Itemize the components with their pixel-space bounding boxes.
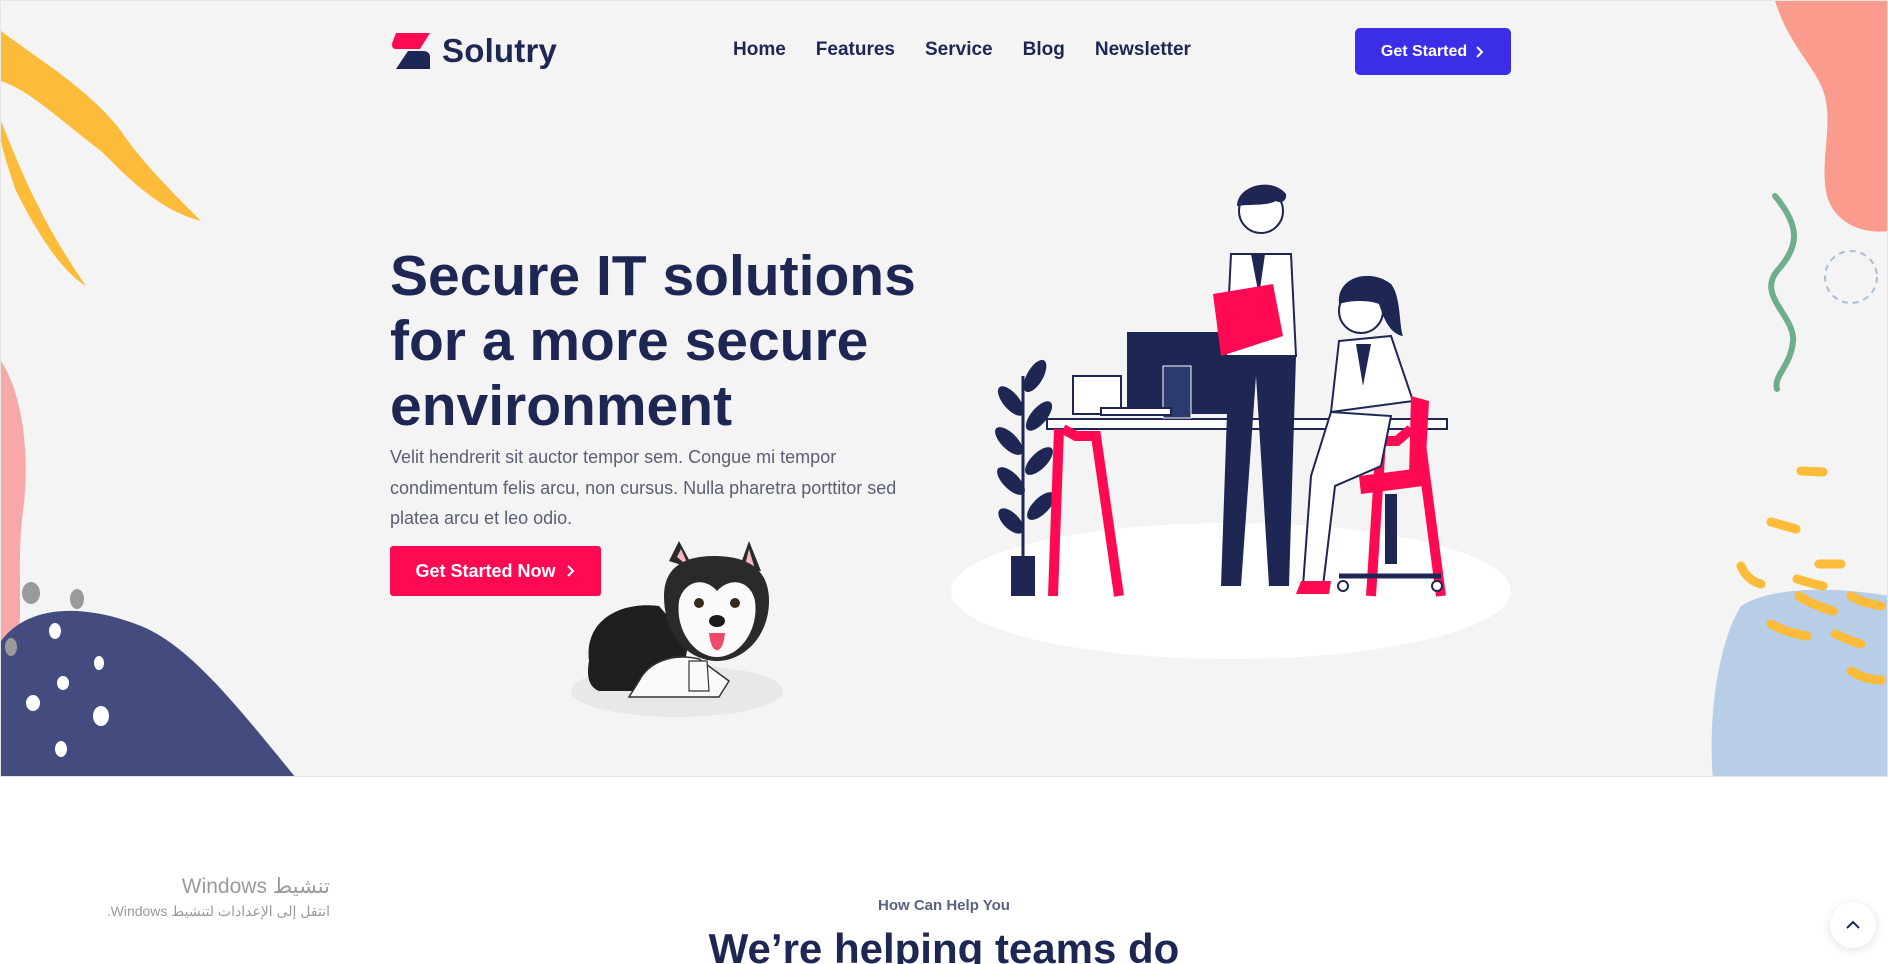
brand-name: Solutry — [442, 32, 558, 69]
get-started-now-label: Get Started Now — [415, 560, 556, 581]
navy-blob-dots-decoration — [1, 582, 295, 776]
chevron-right-icon — [1476, 45, 1484, 58]
dashed-circle-decoration — [1824, 250, 1878, 304]
watermark-line-1: تنشيط Windows — [181, 875, 330, 898]
chevron-up-icon — [1846, 920, 1860, 929]
hero-title: Secure IT solutions for a more secure en… — [390, 244, 916, 438]
nav-item-newsletter[interactable]: Newsletter — [1095, 39, 1191, 61]
nav-item-service[interactable]: Service — [925, 39, 993, 61]
get-started-button[interactable]: Get Started — [1355, 28, 1511, 75]
brand-logo[interactable]: Solutry — [390, 29, 557, 73]
nav-item-blog[interactable]: Blog — [1023, 39, 1065, 61]
green-wave-decoration — [1768, 193, 1797, 392]
logo-mark-icon — [392, 33, 430, 69]
hero-description: Velit hendrerit sit auctor tempor sem. C… — [390, 447, 897, 528]
windows-activation-watermark: تنشيط Windows انتقل إلى الإعدادات لتنشيط… — [80, 874, 330, 920]
yellow-dashes-decoration — [1736, 466, 1886, 685]
watermark-line-2: انتقل إلى الإعدادات لتنشيط Windows. — [106, 903, 330, 919]
nav-item-home[interactable]: Home — [733, 39, 786, 61]
top-navigation: Solutry Home Features Service Blog Newsl… — [1, 1, 1887, 101]
hero-section: Solutry Home Features Service Blog Newsl… — [0, 0, 1888, 777]
section-title: We’re helping teams do — [708, 925, 1180, 964]
office-team-illustration — [951, 184, 1511, 659]
nav-item-features[interactable]: Features — [816, 39, 895, 61]
scroll-to-top-button[interactable] — [1830, 902, 1876, 948]
husky-dog-illustration — [571, 541, 783, 717]
get-started-label: Get Started — [1380, 42, 1468, 60]
main-menu: Home Features Service Blog Newsletter — [733, 39, 1221, 61]
